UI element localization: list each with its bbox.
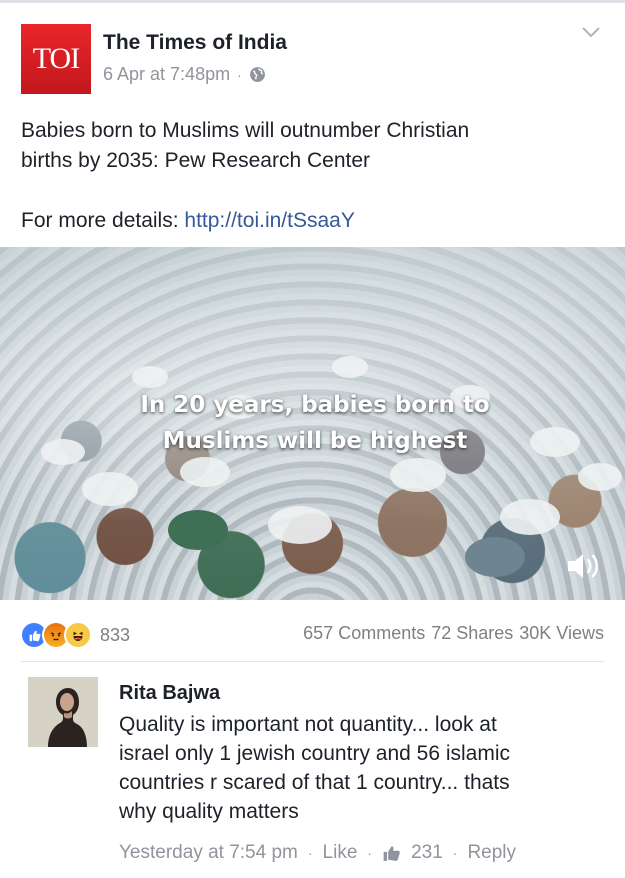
comment-text-line: countries r scared of that 1 country... … <box>119 771 510 794</box>
comments-count[interactable]: 657 Comments <box>303 623 425 644</box>
post-details: For more details: http://toi.in/tSsaaY <box>21 206 355 236</box>
commenter-name[interactable]: Rita Bajwa <box>119 682 220 705</box>
action-separator: · <box>307 845 313 861</box>
reactions-summary[interactable]: 833 <box>20 621 130 649</box>
details-label: For more details: <box>21 209 179 232</box>
thumbs-up-icon <box>383 846 400 861</box>
comment-time[interactable]: Yesterday at 7:54 pm <box>119 842 298 864</box>
commenter-avatar[interactable] <box>28 677 98 747</box>
stats-divider <box>21 661 604 662</box>
commenter-photo <box>28 677 98 747</box>
post-message: Babies born to Muslims will outnumber Ch… <box>21 116 611 176</box>
engagement-stats: 657 Comments 72 Shares 30K Views <box>303 623 604 644</box>
page-avatar[interactable]: TOI <box>21 24 91 94</box>
views-count: 30K Views <box>519 623 604 643</box>
comment-text: Quality is important not quantity... loo… <box>119 710 599 826</box>
top-divider <box>0 0 625 3</box>
post-meta: 6 Apr at 7:48pm · <box>103 64 266 85</box>
video-caption: In 20 years, babies born to Muslims will… <box>120 387 510 459</box>
video-player[interactable]: In 20 years, babies born to Muslims will… <box>0 247 625 600</box>
post-timestamp[interactable]: 6 Apr at 7:48pm <box>103 64 230 85</box>
page-logo-text: TOI <box>32 42 80 75</box>
comment-text-line: why quality matters <box>119 800 299 823</box>
post-message-line: births by 2035: Pew Research Center <box>21 149 371 172</box>
comment-text-line: israel only 1 jewish country and 56 isla… <box>119 742 511 765</box>
sound-icon[interactable] <box>565 549 603 583</box>
meta-separator: · <box>237 66 242 83</box>
comment-reply-button[interactable]: Reply <box>467 842 516 864</box>
action-separator: · <box>452 845 458 861</box>
post-message-line: Babies born to Muslims will outnumber Ch… <box>21 119 470 142</box>
haha-reaction-icon <box>64 621 92 649</box>
page-name[interactable]: The Times of India <box>103 31 287 55</box>
shares-count[interactable]: 72 Shares <box>431 623 513 644</box>
comment-actions: Yesterday at 7:54 pm · Like · 231 · Repl… <box>119 842 516 864</box>
action-separator: · <box>367 845 373 861</box>
comment-like-button[interactable]: Like <box>323 842 358 864</box>
video-caption-line: Muslims will be highest <box>162 428 468 454</box>
comment-text-line: Quality is important not quantity... loo… <box>119 713 497 736</box>
globe-icon <box>249 67 265 82</box>
video-caption-line: In 20 years, babies born to <box>140 392 490 418</box>
comment-likes-count[interactable]: 231 <box>411 842 443 864</box>
chevron-down-icon[interactable] <box>580 24 602 40</box>
reactions-count: 833 <box>100 624 131 645</box>
details-link[interactable]: http://toi.in/tSsaaY <box>184 209 354 232</box>
